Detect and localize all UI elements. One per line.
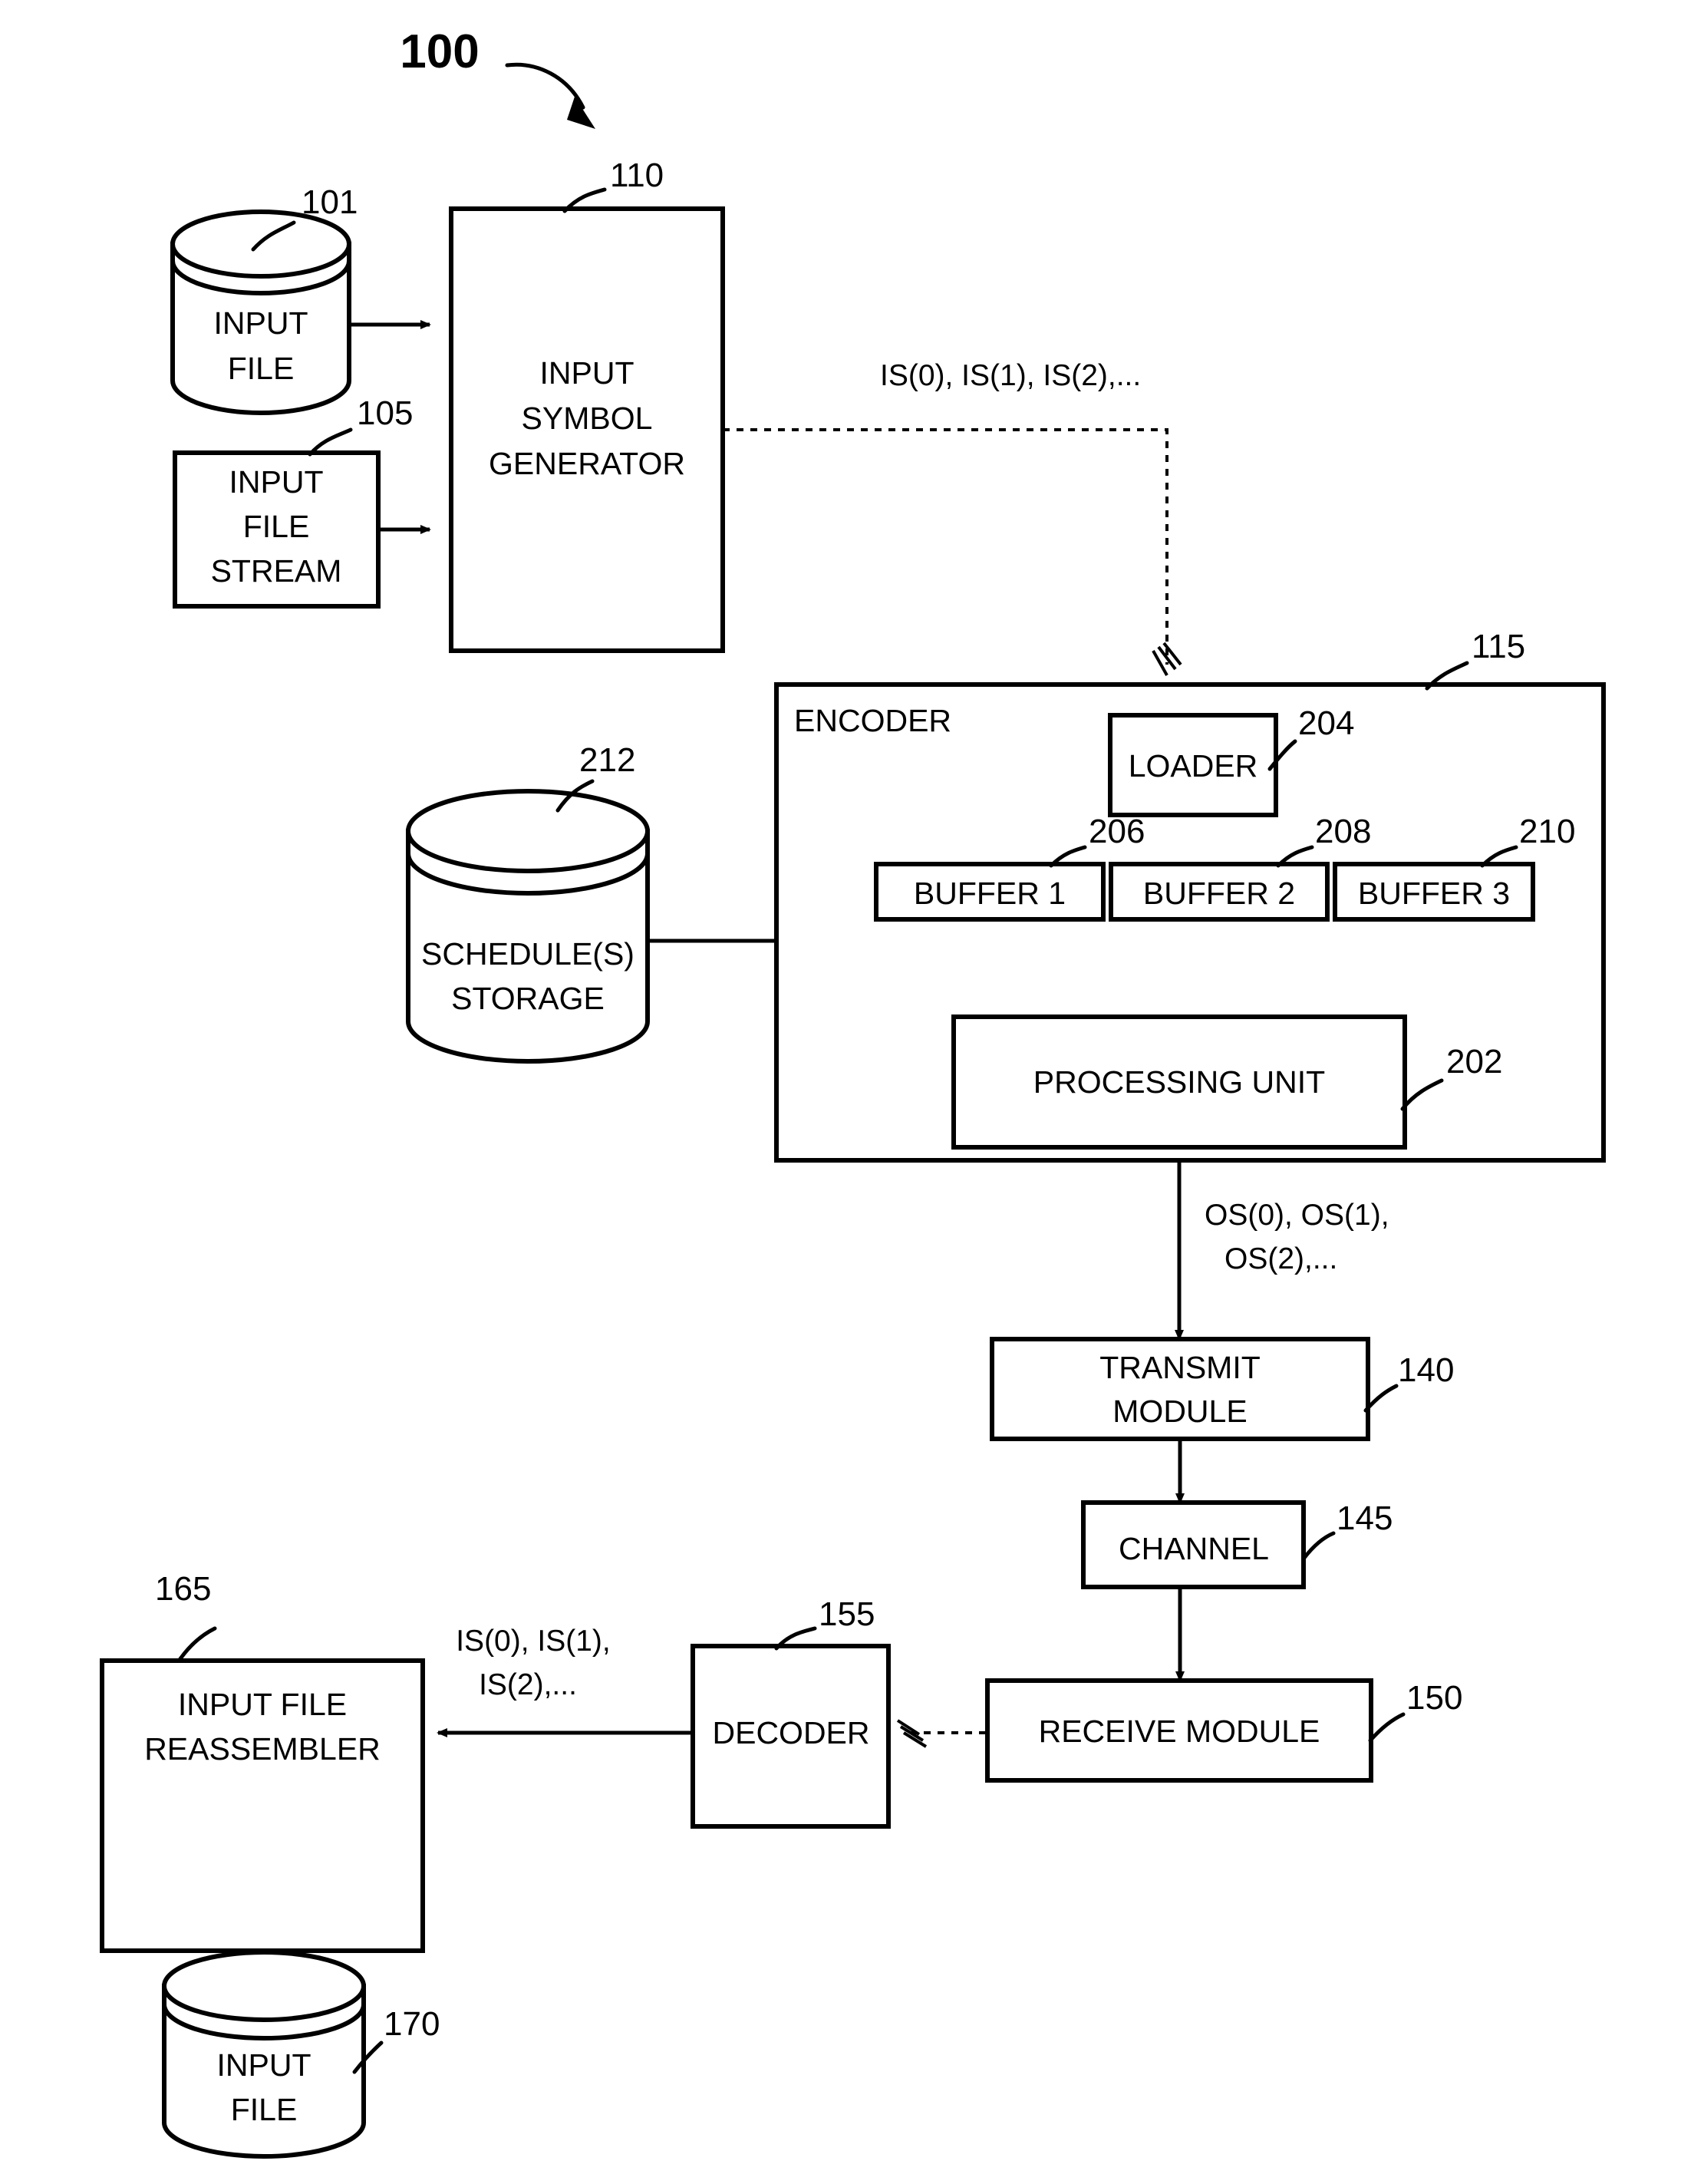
dashed-receive-to-decoder-arrowhead: [896, 1719, 928, 1748]
figure-canvas: 100 INPUT FILE 101 INPUT FILE STREAM 105…: [100, 25, 1606, 2159]
encoder-label: ENCODER: [794, 703, 951, 738]
ref-210: 210: [1519, 813, 1575, 850]
receive-module-label: RECEIVE MODULE: [1039, 1714, 1320, 1749]
input-file-stream-label-line3: STREAM: [211, 553, 342, 589]
loader-label: LOADER: [1129, 748, 1258, 784]
ref-202-leader: [1400, 1078, 1444, 1111]
dashed-path-generator-to-encoder-arrowhead: [1152, 642, 1182, 676]
input-file-stream-label-line1: INPUT: [229, 464, 324, 500]
ref-110: 110: [610, 157, 664, 194]
channel-label: CHANNEL: [1119, 1531, 1269, 1566]
edge-label-os-line2: OS(2),...: [1224, 1242, 1337, 1275]
input-file-bottom-label-line2: FILE: [231, 2092, 298, 2127]
edge-label-is-decoded-line2: IS(2),...: [479, 1668, 577, 1701]
ref-165-leader: [177, 1626, 217, 1662]
input-file-bottom-label-line1: INPUT: [217, 2047, 311, 2083]
processing-unit-label: PROCESSING UNIT: [1033, 1064, 1325, 1100]
input-file-top-label-line2: FILE: [228, 351, 295, 386]
ref-145: 145: [1337, 1499, 1393, 1537]
input-symbol-generator-label-line2: SYMBOL: [522, 401, 653, 436]
edge-label-os-line1: OS(0), OS(1),: [1205, 1199, 1389, 1232]
input-symbol-generator-label-line3: GENERATOR: [489, 446, 685, 481]
ref-150-leader: [1368, 1712, 1406, 1743]
ref-140: 140: [1398, 1351, 1454, 1389]
ref-115: 115: [1472, 628, 1525, 665]
ref-101: 101: [302, 183, 358, 221]
ref-204-leader: [1267, 739, 1297, 771]
reassembler-label-line1: INPUT FILE: [178, 1687, 347, 1722]
ref-212: 212: [579, 741, 635, 779]
reassembler-label-line2: REASSEMBLER: [144, 1731, 381, 1767]
buffer-1-label: BUFFER 1: [914, 876, 1066, 911]
input-symbol-generator-label-line1: INPUT: [540, 355, 634, 391]
schedules-storage-label-line1: SCHEDULE(S): [421, 936, 634, 972]
input-file-stream-label-line2: FILE: [243, 509, 310, 544]
dashed-path-generator-to-encoder: [723, 428, 1168, 665]
schedules-storage-cylinder: [406, 789, 650, 1064]
edge-label-is-to-encoder: IS(0), IS(1), IS(2),...: [880, 359, 1141, 392]
transmit-module-label-line2: MODULE: [1112, 1394, 1247, 1429]
ref-208: 208: [1315, 813, 1371, 850]
figure-number: 100: [400, 25, 479, 78]
input-file-top-label-line1: INPUT: [214, 305, 308, 341]
patent-figure: 100 INPUT FILE 101 INPUT FILE STREAM 105…: [0, 0, 1681, 2184]
ref-204: 204: [1298, 704, 1354, 742]
edge-label-is-decoded-line1: IS(0), IS(1),: [456, 1625, 611, 1658]
buffer-3-label: BUFFER 3: [1358, 876, 1510, 911]
ref-202: 202: [1446, 1043, 1502, 1080]
figure-callout-curve: [505, 62, 585, 110]
ref-165: 165: [155, 1570, 211, 1608]
transmit-module-label-line1: TRANSMIT: [1099, 1350, 1261, 1385]
buffer-2-label: BUFFER 2: [1143, 876, 1295, 911]
ref-170: 170: [384, 2005, 440, 2043]
schedules-storage-label-line2: STORAGE: [451, 981, 605, 1016]
ref-155: 155: [819, 1595, 875, 1633]
ref-206: 206: [1089, 813, 1145, 850]
ref-105: 105: [357, 394, 413, 432]
ref-150: 150: [1406, 1679, 1462, 1717]
decoder-label: DECODER: [712, 1715, 869, 1750]
ref-145-leader: [1302, 1531, 1336, 1560]
